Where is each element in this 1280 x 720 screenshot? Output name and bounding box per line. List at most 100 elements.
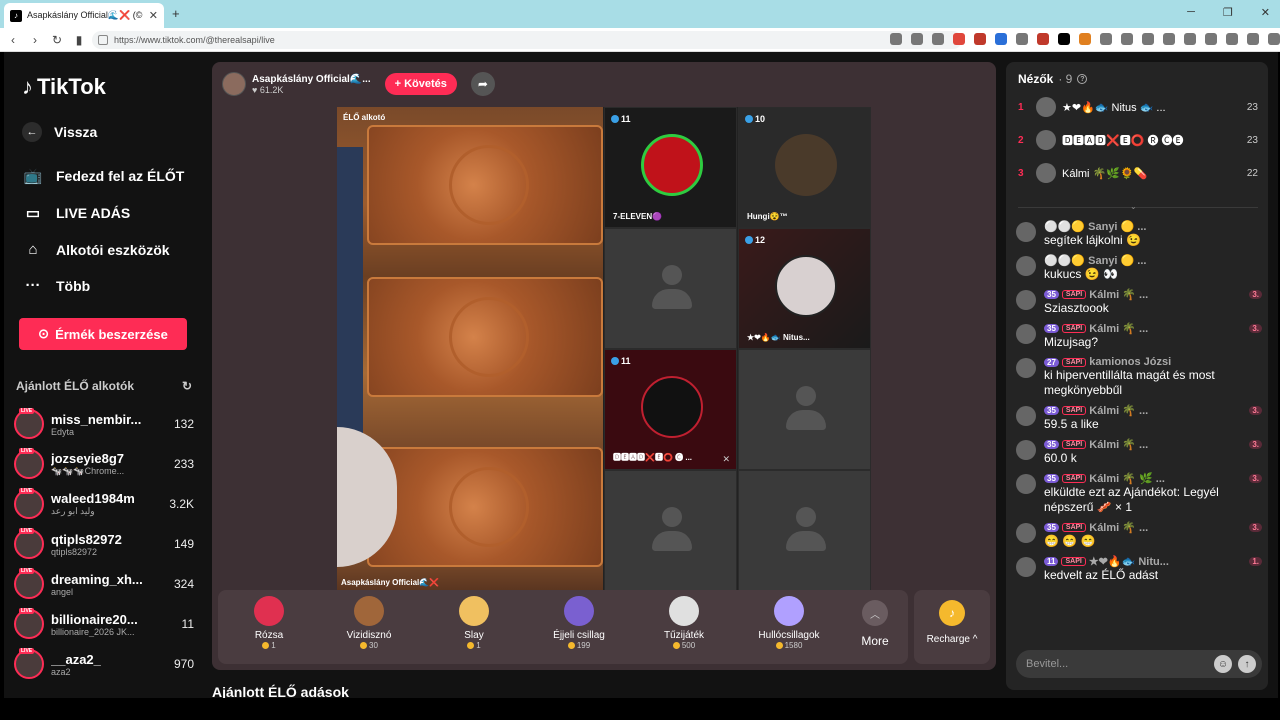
chat-avatar[interactable] [1016, 222, 1036, 242]
avatar[interactable]: LIVE [14, 648, 44, 679]
extension-icon[interactable] [1037, 33, 1049, 45]
back-icon[interactable]: ‹ [4, 33, 22, 47]
chat-username[interactable]: ⚪⚪🟡 Sanyi 🟡 ... [1044, 254, 1146, 267]
download-icon[interactable] [1226, 33, 1238, 45]
viewer-row[interactable]: 3 Kálmi 🌴🌿🌻💊 22 [1018, 162, 1258, 184]
gift-item[interactable]: Éjjeli csillag 199 [534, 596, 624, 650]
extension-icon[interactable] [1142, 33, 1154, 45]
music-icon[interactable] [1163, 33, 1175, 45]
suggested-creator[interactable]: LIVE miss_nembir... Edyta 132 [14, 404, 194, 444]
chat-username[interactable]: kamionos Józsi [1089, 356, 1171, 368]
url-field[interactable]: https://www.tiktok.com/@therealsapi/live [92, 31, 962, 49]
guest-tile-nitus[interactable]: 12 ★❤🔥🐟 Nitus... [738, 228, 871, 349]
site-info-icon[interactable] [98, 35, 108, 45]
guest-tile-7eleven[interactable]: 11 7-ELEVEN🟣 [604, 107, 737, 228]
chat-avatar[interactable] [1016, 523, 1036, 543]
chat-username[interactable]: Kálmi 🌴 🌿 ... [1089, 472, 1165, 485]
empty-seat[interactable] [738, 470, 871, 591]
avatar[interactable]: LIVE [14, 528, 44, 559]
forward-icon[interactable]: › [26, 33, 44, 47]
empty-seat[interactable] [604, 470, 737, 591]
avatar[interactable]: LIVE [14, 568, 44, 599]
chat-avatar[interactable] [1016, 290, 1036, 310]
share-icon[interactable]: ➦ [470, 72, 495, 96]
gift-item[interactable]: Tűzijáték 500 [639, 596, 729, 650]
extension-icon[interactable] [1100, 33, 1112, 45]
maximize-button[interactable]: ❐ [1223, 6, 1233, 19]
emoji-icon[interactable]: ☺ [1214, 655, 1232, 673]
viewer-row[interactable]: 2 🅳🅴🅰🅳❌🅴⭕ 🅡 🅒🅔 23 [1018, 129, 1258, 151]
bookmark-icon[interactable]: ▮ [70, 33, 88, 47]
gift-item[interactable]: Vizidisznó 30 [324, 596, 414, 650]
main-video[interactable]: ÉLŐ alkotó Asapkáslány Official🌊❌ [337, 107, 603, 591]
guest-tile-hungi[interactable]: 10 Hungi😵™ [738, 107, 871, 228]
chat-input[interactable] [1026, 658, 1208, 670]
refresh-icon[interactable]: ↻ [182, 379, 192, 393]
viewer-avatar[interactable] [1036, 97, 1056, 117]
chat-username[interactable]: Kálmi 🌴 ... [1089, 404, 1148, 417]
minimize-button[interactable]: ─ [1187, 6, 1195, 19]
vpn-icon[interactable] [1247, 33, 1259, 45]
extension-icon[interactable] [1016, 33, 1028, 45]
nav-explore-live[interactable]: 📺 Fedezd fel az ÉLŐT [22, 167, 185, 185]
chat-avatar[interactable] [1016, 474, 1036, 494]
extension-icon[interactable] [1058, 33, 1070, 45]
suggested-creator[interactable]: LIVE dreaming_xh... angel 324 [14, 564, 194, 604]
share-icon[interactable] [932, 33, 944, 45]
recharge-button[interactable]: ♪ Recharge ^ [914, 590, 990, 664]
gift-item[interactable]: Rózsa 1 [224, 596, 314, 650]
chat-avatar[interactable] [1016, 358, 1036, 378]
send-icon[interactable]: ↑ [1238, 655, 1256, 673]
chat-avatar[interactable] [1016, 557, 1036, 577]
zoom-icon[interactable] [911, 33, 923, 45]
back-link[interactable]: ← Vissza [22, 122, 97, 142]
extension-icon[interactable] [995, 33, 1007, 45]
nav-creator-tools[interactable]: ⌂ Alkotói eszközök [22, 241, 169, 258]
get-coins-button[interactable]: ⊙ Érmék beszerzése [19, 318, 187, 350]
suggested-creator[interactable]: LIVE qtipls82972 qtipls82972 149 [14, 524, 194, 564]
host-avatar[interactable] [222, 72, 246, 96]
wallet-icon[interactable] [1205, 33, 1217, 45]
nav-more[interactable]: ··· Több [22, 277, 91, 294]
chat-avatar[interactable] [1016, 440, 1036, 460]
chat-username[interactable]: Kálmi 🌴 ... [1089, 322, 1148, 335]
chat-username[interactable]: ★❤🔥🐟 Nitu... [1089, 555, 1169, 568]
viewer-row[interactable]: 1 ★❤🔥🐟 Nitus 🐟 ... 23 [1018, 96, 1258, 118]
avatar[interactable]: LIVE [14, 608, 44, 639]
rewards-icon[interactable] [974, 33, 986, 45]
help-icon[interactable]: ? [1077, 74, 1088, 84]
avatar[interactable]: LIVE [14, 488, 44, 519]
suggested-creator[interactable]: LIVE billionaire20... billionaire_2026 JK.… [14, 604, 194, 644]
suggested-creator[interactable]: LIVE jozseyie8g7 🐄🐄🐄Chrome... 233 [14, 444, 194, 484]
chat-username[interactable]: Kálmi 🌴 ... [1089, 521, 1148, 534]
close-window-button[interactable]: ✕ [1261, 6, 1270, 19]
gift-item[interactable]: Slay 1 [429, 596, 519, 650]
sidebar-icon[interactable] [1184, 33, 1196, 45]
chat-username[interactable]: Kálmi 🌴 ... [1089, 438, 1148, 451]
follow-button[interactable]: + Követés [384, 73, 457, 95]
brave-shield-icon[interactable] [953, 33, 965, 45]
chat-username[interactable]: Kálmi 🌴 ... [1089, 288, 1148, 301]
chevron-down-icon[interactable]: ⌄ [1130, 202, 1137, 211]
nav-go-live[interactable]: ▭ LIVE ADÁS [22, 204, 130, 222]
viewer-avatar[interactable] [1036, 130, 1056, 150]
tiktok-logo[interactable]: ♪ TikTok [22, 74, 106, 100]
avatar[interactable]: LIVE [14, 448, 44, 479]
translate-icon[interactable] [890, 33, 902, 45]
avatar[interactable]: LIVE [14, 408, 44, 439]
more-gifts-button[interactable]: ︿ More [848, 600, 902, 648]
guest-tile-dead[interactable]: 11 🅳🅴🅰🅳❌🅴⭕ 🅒 ... ✕ [604, 349, 737, 470]
tab-close-icon[interactable]: ✕ [149, 9, 158, 22]
menu-icon[interactable] [1268, 33, 1280, 45]
suggested-creator[interactable]: LIVE waleed1984m وليد ابو رعد 3.2K [14, 484, 194, 524]
browser-tab[interactable]: ♪ Asapkáslány Official🌊❌ (© ✕ [4, 3, 164, 28]
empty-seat[interactable] [738, 349, 871, 470]
chat-avatar[interactable] [1016, 324, 1036, 344]
host-name[interactable]: Asapkáslány Official🌊... [252, 74, 371, 85]
extension-icon[interactable] [1121, 33, 1133, 45]
new-tab-button[interactable]: + [172, 6, 180, 21]
suggested-creator[interactable]: LIVE __aza2_ aza2 970 [14, 644, 194, 684]
empty-seat[interactable] [604, 228, 737, 349]
chat-username[interactable]: ⚪⚪🟡 Sanyi 🟡 ... [1044, 220, 1146, 233]
chat-avatar[interactable] [1016, 406, 1036, 426]
